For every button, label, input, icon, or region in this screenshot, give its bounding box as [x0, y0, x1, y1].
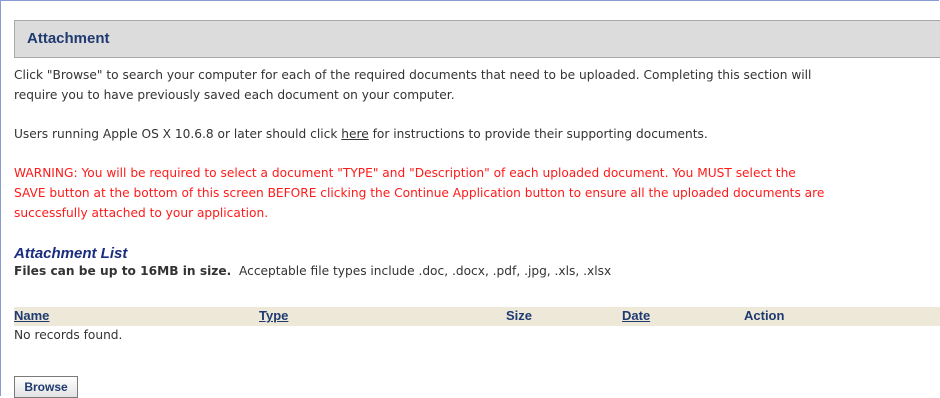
- section-header: Attachment: [14, 20, 940, 58]
- column-header-name[interactable]: Name: [14, 308, 49, 323]
- warning-line-3: successfully attached to your applicatio…: [14, 206, 269, 220]
- size-limit-note: Files can be up to 16MB in size.: [14, 264, 232, 278]
- warning-line-1: WARNING: You will be required to select …: [14, 166, 796, 180]
- intro-line-1: Click "Browse" to search your computer f…: [14, 68, 812, 82]
- intro-text: Click "Browse" to search your computer f…: [14, 65, 934, 105]
- attachment-table-header: Name Type Size Date Action: [14, 307, 940, 326]
- apple-note: Users running Apple OS X 10.6.8 or later…: [14, 124, 934, 144]
- no-records-message: No records found.: [14, 328, 123, 342]
- file-types-note: Acceptable file types include .doc, .doc…: [231, 264, 612, 278]
- file-size-info: Files can be up to 16MB in size. Accepta…: [14, 264, 611, 278]
- column-header-action: Action: [744, 308, 785, 323]
- instructions-link[interactable]: here: [341, 127, 368, 141]
- warning-text: WARNING: You will be required to select …: [14, 163, 934, 223]
- column-header-size: Size: [506, 308, 533, 323]
- column-header-date[interactable]: Date: [622, 308, 650, 323]
- browse-button[interactable]: Browse: [14, 376, 78, 398]
- section-title: Attachment: [27, 30, 110, 47]
- warning-line-2: SAVE button at the bottom of this screen…: [14, 186, 825, 200]
- apple-note-after: for instructions to provide their suppor…: [368, 127, 708, 141]
- attachment-list-title: Attachment List: [14, 245, 128, 262]
- intro-line-2: require you to have previously saved eac…: [14, 88, 455, 102]
- column-header-type[interactable]: Type: [259, 308, 288, 323]
- apple-note-before: Users running Apple OS X 10.6.8 or later…: [14, 127, 342, 141]
